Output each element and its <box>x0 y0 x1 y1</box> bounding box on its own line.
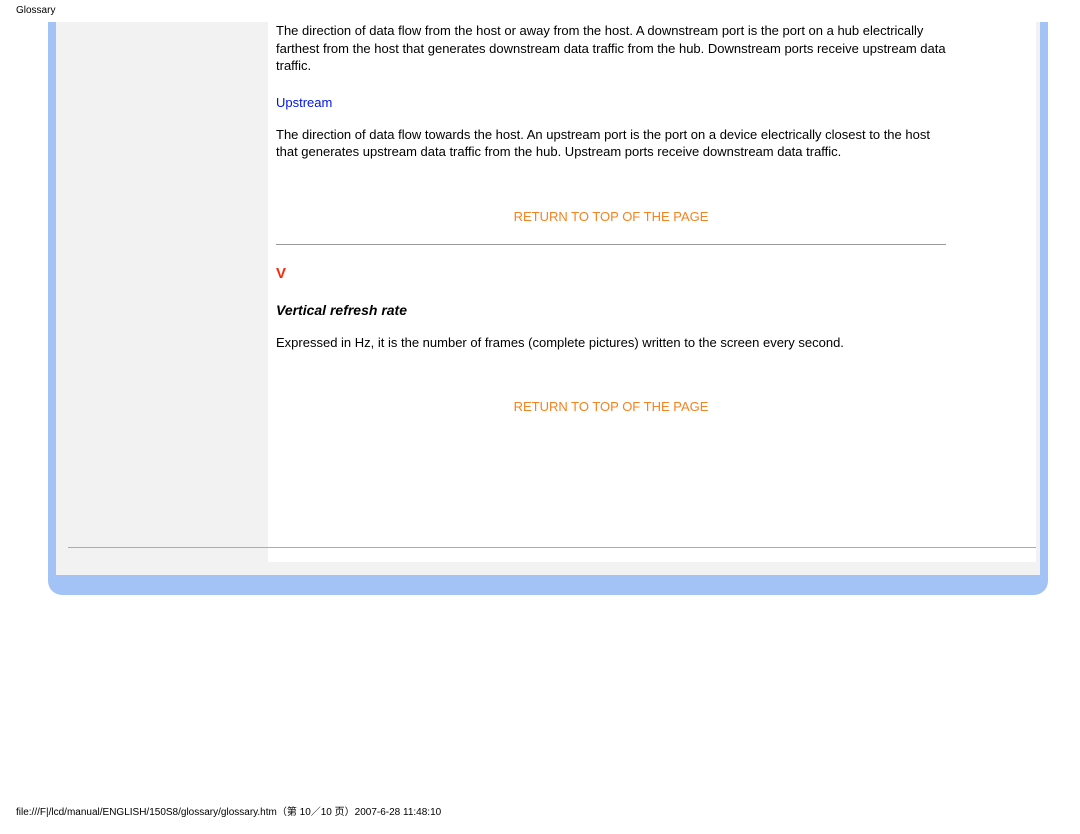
section-divider <box>276 244 946 245</box>
inner-page: The direction of data flow from the host… <box>56 22 1040 575</box>
footer-file-path: file:///F|/lcd/manual/ENGLISH/150S8/glos… <box>16 803 441 818</box>
section-letter-v: V <box>276 265 946 282</box>
upstream-paragraph: The direction of data flow towards the h… <box>276 126 946 161</box>
outer-frame: The direction of data flow from the host… <box>48 22 1048 595</box>
page-header-label: Glossary <box>16 5 55 16</box>
vertical-refresh-paragraph: Expressed in Hz, it is the number of fra… <box>276 334 946 352</box>
return-to-top-link-1[interactable]: RETURN TO TOP OF THE PAGE <box>276 209 946 224</box>
content-panel: The direction of data flow from the host… <box>268 22 1036 562</box>
upstream-term: Upstream <box>276 95 946 110</box>
bottom-divider <box>68 547 1036 548</box>
downstream-paragraph: The direction of data flow from the host… <box>276 22 946 75</box>
vertical-refresh-term: Vertical refresh rate <box>276 302 946 318</box>
return-to-top-link-2[interactable]: RETURN TO TOP OF THE PAGE <box>276 399 946 414</box>
